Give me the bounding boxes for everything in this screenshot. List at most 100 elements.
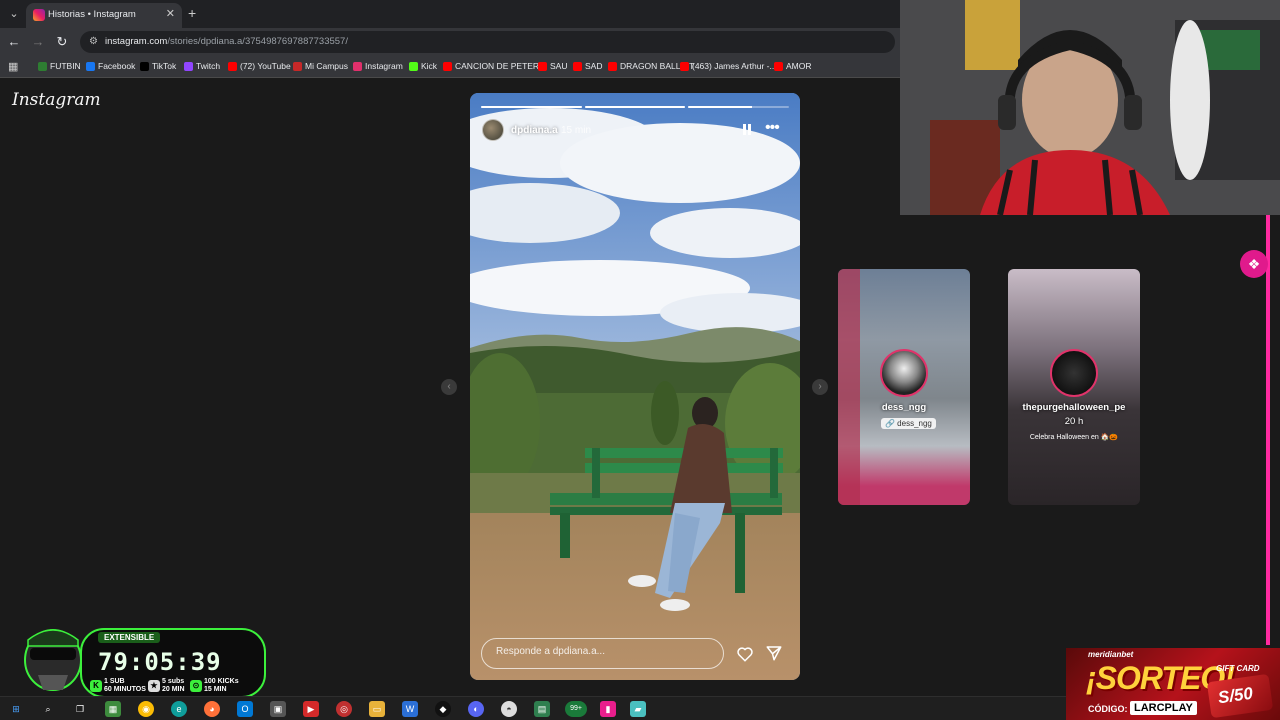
timer-stat: 100 KICKs 15 MIN <box>204 678 239 693</box>
bookmark-label: (72) YouTube <box>240 61 291 71</box>
send-icon[interactable] <box>765 644 783 662</box>
chrome-icon[interactable]: ◉ <box>138 701 154 717</box>
word-icon[interactable]: W <box>402 701 418 717</box>
bookmark-5[interactable]: (72) YouTube <box>228 61 291 71</box>
browser-toolbar: ← → ↻ ⚙ instagram.com/stories/dpdiana.a/… <box>0 28 900 56</box>
instagram-logo[interactable]: Instagram <box>12 90 101 110</box>
bookmark-10[interactable]: SAU <box>538 61 567 71</box>
site-info-icon[interactable]: ⚙ <box>89 36 100 47</box>
mascot-image <box>18 620 88 700</box>
kick-icon: K <box>90 680 102 692</box>
webcam-image <box>900 0 1280 215</box>
app-icon[interactable]: ▮ <box>600 701 616 717</box>
epic-icon[interactable]: ◆ <box>435 701 451 717</box>
app-icon[interactable]: ◎ <box>336 701 352 717</box>
tab-title: Historias • Instagram <box>48 9 136 20</box>
timer-stat: 5 subs 20 MIN <box>162 678 185 693</box>
futbin-icon <box>38 61 47 71</box>
next-story-preview[interactable]: thepurgehalloween_pe 20 h Celebra Hallow… <box>1008 269 1140 505</box>
tiktok-icon <box>140 61 149 71</box>
bookmark-1[interactable]: FUTBIN <box>38 61 81 71</box>
youtube-icon <box>573 61 582 71</box>
windows-start-icon[interactable]: ⊞ <box>8 701 24 717</box>
preview-time: 20 h <box>1064 416 1084 427</box>
bookmarks-bar: ▦ FUTBIN Facebook TikTok Twitch (72) YouTube… <box>0 56 900 78</box>
youtube-icon <box>680 61 689 71</box>
youtube-icon <box>228 61 237 71</box>
close-tab-icon[interactable]: ✕ <box>166 7 175 20</box>
reload-button[interactable]: ↻ <box>54 34 70 50</box>
active-tab[interactable]: Historias • Instagram ✕ <box>26 3 182 28</box>
bookmark-label: Twitch <box>196 61 221 71</box>
firefox-icon[interactable]: ◕ <box>204 701 220 717</box>
bookmark-label: Mi Campus <box>305 61 348 71</box>
sidebar-accent <box>1266 215 1270 645</box>
youtube-icon <box>538 61 547 71</box>
youtube-icon <box>443 61 452 71</box>
apps-grid-icon[interactable]: ▦ <box>8 60 18 73</box>
preview-caption: Celebra Halloween en 🏠🎃 <box>1029 434 1119 441</box>
bookmark-6[interactable]: Mi Campus <box>293 61 348 71</box>
bookmark-8[interactable]: Kick <box>409 61 437 71</box>
notes-icon[interactable]: ▰ <box>630 701 646 717</box>
heart-icon[interactable] <box>736 645 754 663</box>
kick-icon <box>409 61 418 71</box>
discord-icon[interactable]: ◐ <box>468 701 484 717</box>
pause-icon[interactable] <box>742 124 752 136</box>
kicks-icon: ⊙ <box>190 680 202 692</box>
bookmark-label: Kick <box>421 61 438 71</box>
link-sticker: 🔗 dess_ngg <box>881 418 936 429</box>
media-icon[interactable]: ▶ <box>303 701 319 717</box>
taskbar: ⊞ ⌕ ❐ ▦ ◉ e ◕ O ▣ ▶ ◎ ▭ W ◆ ◐ ◓ ▤ 99+ ▮ … <box>0 696 1066 720</box>
task-view-icon[interactable]: ❐ <box>72 701 88 717</box>
bookmark-9[interactable]: CANCION DE PETER <box>443 61 539 71</box>
previous-story-arrow-icon[interactable]: ‹ <box>441 379 457 395</box>
back-button[interactable]: ← <box>6 34 22 50</box>
bookmark-11[interactable]: SAD <box>573 61 602 71</box>
twitch-icon <box>184 61 193 71</box>
new-tab-button[interactable]: + <box>188 5 196 21</box>
story-photo <box>470 93 800 680</box>
sorteo-code-label: CÓDIGO: <box>1088 704 1128 714</box>
gift-card-label: GIFT CARD <box>1216 664 1260 673</box>
bookmark-3[interactable]: TikTok <box>140 61 176 71</box>
story-avatar[interactable] <box>482 119 504 141</box>
file-explorer-icon[interactable]: ▭ <box>369 701 385 717</box>
preview-username: dess_ngg <box>881 402 927 413</box>
bookmark-2[interactable]: Facebook <box>86 61 135 71</box>
more-options-icon[interactable]: ••• <box>765 119 780 137</box>
progress-segment <box>584 106 686 108</box>
bookmark-label: Instagram <box>365 61 403 71</box>
reply-input[interactable] <box>496 646 711 657</box>
forward-button[interactable]: → <box>30 34 46 50</box>
bookmark-7[interactable]: Instagram <box>353 61 403 71</box>
whatsapp-badge[interactable]: 99+ <box>565 701 587 717</box>
story-username[interactable]: dpdiana.a <box>511 125 558 136</box>
bookmark-14[interactable]: AMOR <box>774 61 812 71</box>
app-icon[interactable]: ◓ <box>501 701 517 717</box>
tab-search-button[interactable]: ⌄ <box>6 6 22 22</box>
instagram-icon <box>353 61 362 71</box>
bookmark-4[interactable]: Twitch <box>184 61 220 71</box>
sorteo-code: LARCPLAY <box>1130 701 1197 715</box>
search-icon[interactable]: ⌕ <box>40 701 56 717</box>
story-viewer[interactable]: dpdiana.a 15 min ••• <box>470 93 800 680</box>
next-story-arrow-icon[interactable]: › <box>812 379 828 395</box>
widgets-icon[interactable]: ▦ <box>105 701 121 717</box>
bookmark-label: Facebook <box>98 61 136 71</box>
edge-icon[interactable]: e <box>171 701 187 717</box>
instagram-favicon-icon <box>33 9 45 21</box>
bookmark-13[interactable]: (463) James Arthur -... <box>680 61 777 71</box>
building-wall <box>838 269 860 505</box>
url-text: instagram.com/stories/dpdiana.a/37549876… <box>105 36 348 47</box>
outlook-icon[interactable]: O <box>237 701 253 717</box>
obs-icon[interactable]: ▣ <box>270 701 286 717</box>
youtube-icon <box>608 61 617 71</box>
story-reply-field[interactable] <box>481 638 724 669</box>
address-bar[interactable]: ⚙ instagram.com/stories/dpdiana.a/375498… <box>80 31 895 53</box>
calculator-icon[interactable]: ▤ <box>534 701 550 717</box>
next-story-preview[interactable]: dess_ngg 🔗 dess_ngg <box>838 269 970 505</box>
extension-icon[interactable]: ❖ <box>1240 250 1268 278</box>
bookmark-label: SAU <box>550 61 568 71</box>
preview-avatar <box>880 349 928 397</box>
